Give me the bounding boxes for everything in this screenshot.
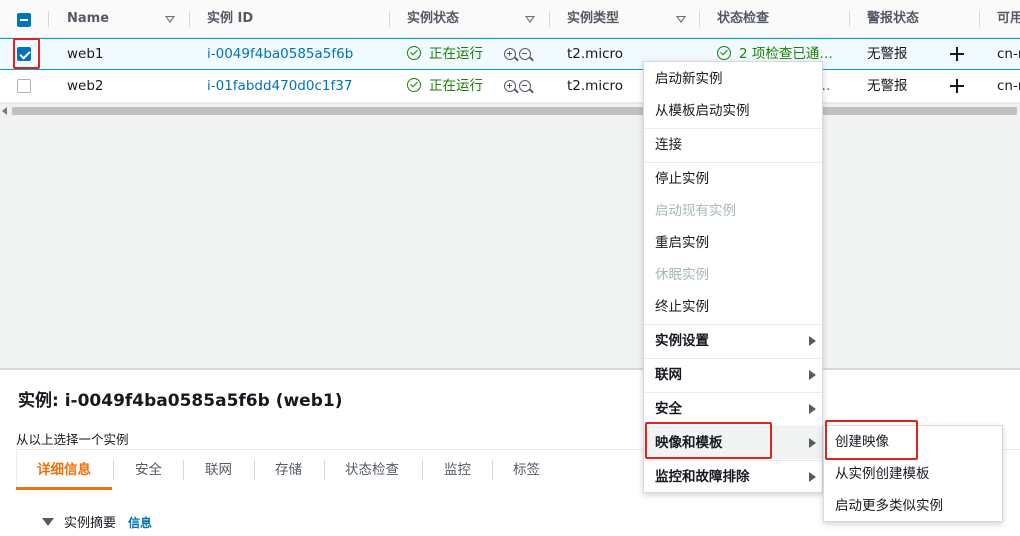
sort-filter-icon[interactable] [165,16,175,23]
add-alarm-icon[interactable] [950,47,964,61]
empty-table-area [0,117,1020,369]
alarm-status: 无警报 [867,78,908,94]
tab-tags[interactable]: 标签 [513,450,540,490]
caret-down-icon[interactable] [42,518,54,526]
column-header-instance-type[interactable]: 实例类型 [567,0,619,38]
annotation-highlight-create-image [825,420,918,460]
caret-right-icon [809,472,816,482]
menu-item-reboot-instance[interactable]: 重启实例 [644,227,822,259]
scrollbar-thumb[interactable] [12,107,1017,115]
status-check-label: 2 项检查已通… [739,46,833,62]
column-divider [48,11,49,27]
tab-monitoring[interactable]: 监控 [444,450,471,490]
menu-item-connect[interactable]: 连接 [644,129,822,161]
tab-divider [254,460,255,480]
menu-item-networking[interactable]: 联网 [644,359,822,391]
column-header-instance-id[interactable]: 实例 ID [207,0,253,38]
check-circle-icon [407,78,421,92]
zoom-controls [504,40,534,70]
tab-storage[interactable]: 存储 [275,450,302,490]
menu-item-hibernate-instance: 休眠实例 [655,267,709,283]
zoom-out-icon[interactable] [519,80,531,92]
zoom-controls [504,72,534,102]
annotation-highlight-checkbox [13,38,40,69]
tab-security[interactable]: 安全 [135,450,162,490]
submenu-item-launch-more-like-this[interactable]: 启动更多类似实例 [824,490,1002,522]
menu-item-label: 安全 [655,401,682,417]
alarm-status: 无警报 [867,46,908,62]
instance-name: web1 [67,46,104,62]
sort-filter-icon[interactable] [525,16,535,23]
menu-item-label: 实例设置 [655,333,709,349]
availability-zone: cn-n [997,78,1020,94]
availability-zone: cn-n [997,46,1020,62]
tab-details[interactable]: 详细信息 [37,450,91,490]
table-header: Name 实例 ID 实例状态 实例类型 状态检查 警报状态 可用 [0,0,1020,38]
menu-item-terminate-instance[interactable]: 终止实例 [644,291,822,323]
column-header-availability-zone[interactable]: 可用 [997,0,1020,38]
column-divider [389,11,390,27]
column-divider [849,11,850,27]
sort-filter-icon[interactable] [676,16,686,23]
caret-right-icon [809,336,816,346]
caret-right-icon [809,438,816,448]
column-divider [189,11,190,27]
scroll-left-icon[interactable] [2,107,7,115]
zoom-in-icon[interactable] [504,80,516,92]
column-header-alarm-status[interactable]: 警报状态 [867,0,919,38]
table-row[interactable]: web1 i-0049f4ba0585a5f6b 正在运行 t2.micro 2… [0,38,1020,70]
horizontal-scrollbar[interactable] [0,103,1020,117]
detail-subtitle: 从以上选择一个实例 [16,432,129,447]
menu-item-monitor-and-troubleshoot[interactable]: 监控和故障排除 [644,461,822,493]
check-circle-icon [717,46,731,60]
row-checkbox[interactable] [17,79,31,93]
instance-name: web2 [67,78,104,94]
section-label: 实例摘要 [64,516,117,531]
instance-state-label: 正在运行 [429,46,483,62]
tab-divider [492,460,493,480]
tab-divider [113,460,114,480]
column-header-status-check[interactable]: 状态检查 [717,0,769,38]
zoom-in-icon[interactable] [504,48,516,60]
add-alarm-icon[interactable] [950,79,964,93]
menu-item-security[interactable]: 安全 [644,393,822,425]
caret-right-icon [809,404,816,414]
instance-type: t2.micro [567,78,624,94]
tab-divider [183,460,184,480]
column-divider [979,11,980,27]
zoom-out-icon[interactable] [519,48,531,60]
column-divider [699,11,700,27]
active-tab-indicator [16,487,112,490]
instance-summary-header[interactable]: 实例摘要 信息 [42,512,152,531]
instance-id-link[interactable]: i-0049f4ba0585a5f6b [207,39,353,69]
menu-item-instance-settings[interactable]: 实例设置 [644,325,822,357]
menu-item-label: 监控和故障排除 [655,469,750,485]
check-circle-icon [407,46,421,60]
menu-item-start-instance: 启动现有实例 [655,203,736,219]
menu-item-launch-instance[interactable]: 启动新实例 [644,63,822,95]
column-header-instance-state[interactable]: 实例状态 [407,0,459,38]
menu-item-label: 联网 [655,367,682,383]
column-header-name[interactable]: Name [67,0,109,38]
detail-title: 实例: i-0049f4ba0585a5f6b (web1) [18,391,343,411]
instance-state: 正在运行 [407,71,483,101]
select-all-checkbox[interactable] [17,13,31,27]
instance-type: t2.micro [567,46,624,62]
split-panel-divider[interactable] [0,368,1020,370]
caret-right-icon [809,370,816,380]
instance-state: 正在运行 [407,39,483,69]
annotation-highlight-image-menu [645,422,772,459]
menu-item-launch-from-template[interactable]: 从模板启动实例 [644,95,822,127]
info-link[interactable]: 信息 [128,516,152,530]
tab-networking[interactable]: 联网 [205,450,232,490]
tab-status-checks[interactable]: 状态检查 [345,450,399,490]
instance-id-link[interactable]: i-01fabdd470d0c1f37 [207,71,352,101]
column-divider [549,11,550,27]
instance-state-label: 正在运行 [429,78,483,94]
tab-divider [324,460,325,480]
tab-divider [422,460,423,480]
submenu-item-create-template-from-instance[interactable]: 从实例创建模板 [824,458,1002,490]
table-row[interactable]: web2 i-01fabdd470d0c1f37 正在运行 t2.micro …… [0,71,1020,103]
menu-item-stop-instance[interactable]: 停止实例 [644,163,822,195]
